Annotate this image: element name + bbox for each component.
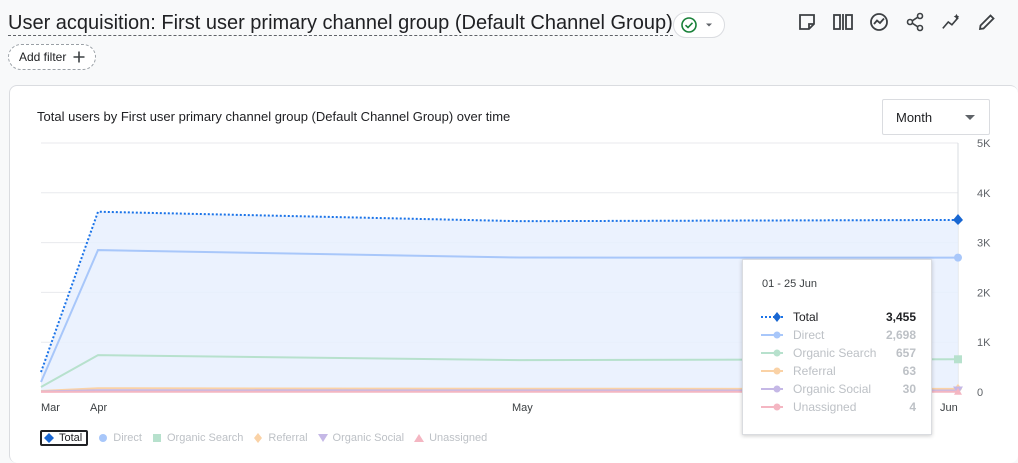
y-tick-label: 0 — [977, 387, 983, 399]
tooltip-label: Organic Search — [793, 346, 877, 360]
legend-marker — [99, 434, 108, 442]
y-tick-label: 1K — [977, 337, 991, 349]
legend-label: Organic Search — [166, 432, 244, 444]
x-tick-label: Mar — [41, 402, 60, 414]
legend-label: Referral — [268, 432, 308, 444]
tooltip-swatch — [761, 331, 783, 339]
tooltip-label: Organic Social — [793, 382, 872, 396]
legend-item-organic-search[interactable]: Organic Search — [150, 430, 243, 446]
legend-label: Organic Social — [332, 432, 405, 444]
tooltip-value: 3,455 — [885, 310, 916, 324]
x-tick-label: Jun — [940, 402, 958, 414]
legend-item-direct[interactable]: Direct — [96, 430, 142, 446]
legend-item-referral[interactable]: Referral — [251, 430, 308, 446]
legend-label: Direct — [113, 432, 142, 444]
legend-marker — [44, 433, 54, 443]
legend-item-unassigned[interactable]: Unassigned — [412, 430, 487, 446]
tooltip-swatch — [761, 403, 783, 411]
marker-direct — [954, 253, 962, 262]
legend-label: Total — [59, 432, 83, 444]
tooltip-value: 30 — [902, 382, 916, 396]
tooltip-value: 4 — [909, 400, 916, 414]
tooltip-value: 657 — [895, 346, 916, 360]
tooltip-label: Direct — [793, 328, 825, 342]
legend-marker — [414, 434, 425, 442]
tooltip-row: Referral 63 — [761, 362, 916, 380]
tooltip-row: Organic Search 657 — [761, 344, 916, 362]
x-tick-label: May — [512, 402, 533, 414]
legend-label: Unassigned — [429, 432, 488, 444]
tooltip-value: 63 — [902, 364, 916, 378]
legend-item-total[interactable]: Total — [40, 430, 89, 446]
tooltip-label: Total — [793, 310, 819, 324]
tooltip-swatch — [761, 367, 783, 375]
y-tick-label: 2K — [977, 287, 991, 299]
legend-item-organic-social[interactable]: Organic Social — [316, 430, 405, 446]
tooltip-row: Direct 2,698 — [761, 326, 916, 344]
tooltip-swatch — [761, 385, 783, 393]
tooltip-swatch — [761, 312, 783, 322]
x-tick-label: Apr — [90, 402, 107, 414]
tooltip-label: Unassigned — [793, 400, 857, 414]
y-tick-label: 5K — [977, 138, 991, 150]
marker-organic-search — [954, 355, 962, 364]
tooltip-label: Referral — [793, 364, 836, 378]
tooltip-row: Total 3,455 — [761, 308, 916, 326]
chart-legend: Total Direct Organic Search Referral Organic… — [40, 430, 495, 446]
chart-tooltip: 01 - 25 Jun Total 3,455 Direct 2,698 Organic… — [742, 259, 932, 435]
y-tick-label: 3K — [977, 238, 991, 250]
y-tick-label: 4K — [977, 188, 991, 200]
legend-marker — [152, 434, 161, 442]
tooltip-row: Unassigned 4 — [761, 398, 916, 416]
tooltip-swatch — [761, 349, 783, 357]
tooltip-value: 2,698 — [885, 328, 916, 342]
tooltip-row: Organic Social 30 — [761, 380, 916, 398]
tooltip-date: 01 - 25 Jun — [762, 278, 818, 290]
legend-marker — [254, 433, 263, 443]
legend-marker — [317, 434, 328, 442]
